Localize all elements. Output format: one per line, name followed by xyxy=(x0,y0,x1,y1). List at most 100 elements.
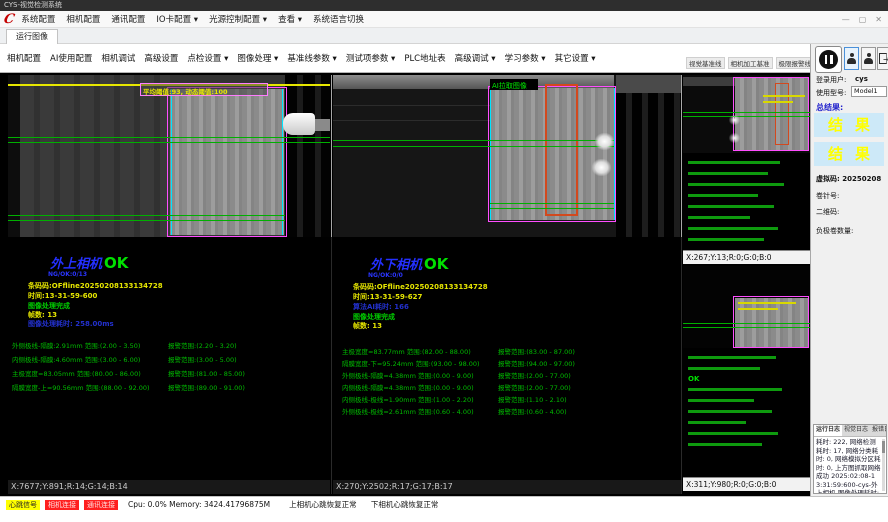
preview-bottom-yellow-text-bar-1 xyxy=(738,302,796,304)
center-overlay-cyan-line-b xyxy=(614,88,615,220)
preview-text-bar xyxy=(688,432,778,435)
heartbeat-badge: 心跳信号 xyxy=(6,500,40,510)
preview-text-bar xyxy=(688,194,758,197)
preview-top-green-line-2 xyxy=(683,116,810,117)
left-ngok-counter: NG/OK:0/13 xyxy=(48,271,87,278)
center-spark-blob-2 xyxy=(592,159,611,176)
log-text: 耗时: 222, 网络检测耗时: 17, 网络分类耗时: 0, 网络模拟分区耗时… xyxy=(814,437,886,494)
menu-light-config[interactable]: 光源控制配置 ▾ xyxy=(209,13,267,25)
center-measurement-label-1: 主极宽度=83.77mm 范围:(82.00 - 88.00) xyxy=(342,346,471,356)
center-camera-image[interactable]: AI拉取图像 xyxy=(333,75,681,237)
preview-text-bar xyxy=(688,227,778,230)
minimize-icon[interactable]: — xyxy=(842,15,850,24)
tab-strip: 运行图像 xyxy=(0,28,888,44)
center-measurement-label-5: 内侧极线-极线=1.90mm 范围:(1.00 - 2.20) xyxy=(342,394,474,404)
center-image-right-top xyxy=(616,75,681,93)
preview-top-text-area xyxy=(683,153,810,250)
menu-view[interactable]: 查看 ▾ xyxy=(278,13,302,25)
center-overlay-cyan-line-a xyxy=(490,88,491,220)
exit-button[interactable]: → xyxy=(877,47,888,70)
total-result-label: 总结果: xyxy=(816,102,843,113)
left-measurement-alarm-3: 报警范围:(81.00 - 85.00) xyxy=(168,368,245,378)
preview-top-orange-rect xyxy=(775,83,789,145)
preview-text-bar xyxy=(688,172,768,175)
center-measurement-label-3: 外侧极线-隔膜=4.38mm 范围:(0.00 - 9.00) xyxy=(342,370,474,380)
log-tab-run[interactable]: 运行日志 xyxy=(814,425,842,436)
menu-io-config[interactable]: IO卡配置 ▾ xyxy=(156,13,198,25)
user-switch-button[interactable] xyxy=(861,47,876,70)
tool-plc-address-table[interactable]: PLC地址表 xyxy=(404,52,445,64)
tab-run-image[interactable]: 运行图像 xyxy=(6,29,58,44)
virtual-code: 虚拟码: 20250208 xyxy=(816,174,881,184)
login-user-value: cys xyxy=(855,75,868,83)
exit-door-icon: → xyxy=(879,53,887,64)
log-tabs: 运行日志 视觉日志 报错日志 xyxy=(814,425,886,437)
camera-link-badge: 相机连接 xyxy=(45,500,79,510)
tool-advanced-settings[interactable]: 高级设置 xyxy=(144,52,178,64)
log-scrollbar[interactable] xyxy=(882,439,885,491)
preview-top-spark-1 xyxy=(729,115,740,125)
left-image-texture xyxy=(20,75,170,237)
preview-text-bar xyxy=(688,216,750,219)
preview-bottom-image[interactable] xyxy=(683,266,810,348)
menu-language-switch[interactable]: 系统语言切换 xyxy=(313,13,364,25)
left-measurement-alarm-1: 报警范围:(2.20 - 3.20) xyxy=(168,340,237,350)
preview-header-baseline[interactable]: 视觉基准线 xyxy=(686,57,725,69)
window-controls: — ▢ ✕ xyxy=(842,15,882,24)
left-measurement-label-1: 外侧极线-隔膜:2.91mm 范围:(2.00 - 3.50) xyxy=(12,340,140,350)
menu-system-config[interactable]: 系统配置 xyxy=(21,13,55,25)
tool-learning-params[interactable]: 学习参数 ▾ xyxy=(505,52,546,64)
tool-ai-usage-config[interactable]: AI使用配置 xyxy=(50,52,92,64)
maximize-icon[interactable]: ▢ xyxy=(859,15,867,24)
tool-test-params[interactable]: 测试项参数 ▾ xyxy=(346,52,395,64)
pause-button[interactable] xyxy=(815,46,842,73)
center-measurement-alarm-5: 报警范围:(1.10 - 2.10) xyxy=(498,394,567,404)
preview-top-coords: X:267;Y:13;R:0;G:0;B:0 xyxy=(683,250,810,264)
center-barcode: 条码码:OFfline20250208133134728 xyxy=(353,282,488,292)
preview-text-bar xyxy=(688,443,762,446)
left-measurement-label-2: 内侧极线-隔膜:4.60mm 范围:(3.00 - 6.00) xyxy=(12,354,140,364)
center-measurement-alarm-1: 报警范围:(83.00 - 87.00) xyxy=(498,346,575,356)
tool-image-processing[interactable]: 图像处理 ▾ xyxy=(237,52,278,64)
tool-advanced-debug[interactable]: 高级调试 ▾ xyxy=(455,52,496,64)
menubar: C 系统配置 相机配置 通讯配置 IO卡配置 ▾ 光源控制配置 ▾ 查看 ▾ 系… xyxy=(0,11,888,28)
menu-comm-config[interactable]: 通讯配置 xyxy=(111,13,145,25)
left-image-right-bars xyxy=(285,75,330,237)
tool-spotcheck-settings[interactable]: 点检设置 ▾ xyxy=(187,52,228,64)
tool-camera-config[interactable]: 相机配置 xyxy=(7,52,41,64)
center-overlay-orange-rect xyxy=(545,84,578,216)
tool-baseline-params[interactable]: 基准线参数 ▾ xyxy=(287,52,336,64)
center-overlay-green-line-2 xyxy=(333,146,614,147)
left-camera-image[interactable]: 平均阈值:93, 动态阈值:100 xyxy=(8,75,330,237)
cpu-memory-text: Cpu: 0.0% Memory: 3424.41796875M xyxy=(128,500,270,510)
user-login-button[interactable] xyxy=(844,47,859,70)
close-icon[interactable]: ✕ xyxy=(875,15,882,24)
model-input[interactable]: Model1 xyxy=(851,86,887,97)
divider-left-center xyxy=(331,75,332,237)
preview-top-yellow-text-bar-1 xyxy=(763,95,805,97)
center-measurement-label-6: 外侧极线-极线=2.61mm 范围:(0.60 - 4.00) xyxy=(342,406,474,416)
left-overlay-cyan-line-a xyxy=(171,89,172,235)
tool-other-settings[interactable]: 其它设置 ▾ xyxy=(555,52,596,64)
user-icon xyxy=(864,53,873,65)
left-time: 时间:13-31-59-600 xyxy=(28,291,97,301)
left-overlay-green-line-1 xyxy=(8,137,330,138)
app-logo-icon: C xyxy=(2,12,16,27)
preview-header-process-ref[interactable]: 相机加工基准 xyxy=(728,57,773,69)
preview-header-alarm-line[interactable]: 极限报警线 xyxy=(776,57,815,69)
log-tab-vision[interactable]: 视觉日志 xyxy=(842,425,870,436)
center-measurement-label-4: 内侧极线-隔膜=4.38mm 范围:(0.00 - 9.00) xyxy=(342,382,474,392)
heartbeat-message: 上相机心跳恢复正常 下相机心跳恢复正常 xyxy=(289,500,438,510)
left-measurement-label-3: 主极宽度=83.05mm 范围:(80.00 - 86.00) xyxy=(12,368,141,378)
left-image-dark-edge xyxy=(8,75,20,237)
preview-top-image[interactable] xyxy=(683,75,810,153)
center-overlay-green-line-1 xyxy=(333,140,614,141)
status-bar: 心跳信号 相机连接 通讯连接 Cpu: 0.0% Memory: 3424.41… xyxy=(0,496,888,522)
center-image-faint-line-2 xyxy=(333,120,490,121)
log-tab-error[interactable]: 报错日志 xyxy=(870,425,887,436)
center-measurement-label-2: 隔膜宽度-下=95.24mm 范围:(93.00 - 98.00) xyxy=(342,358,480,368)
center-measurement-alarm-2: 报警范围:(94.00 - 97.00) xyxy=(498,358,575,368)
result-box-2: 结果 xyxy=(814,142,884,166)
tool-camera-debug[interactable]: 相机调试 xyxy=(101,52,135,64)
menu-camera-config[interactable]: 相机配置 xyxy=(66,13,100,25)
